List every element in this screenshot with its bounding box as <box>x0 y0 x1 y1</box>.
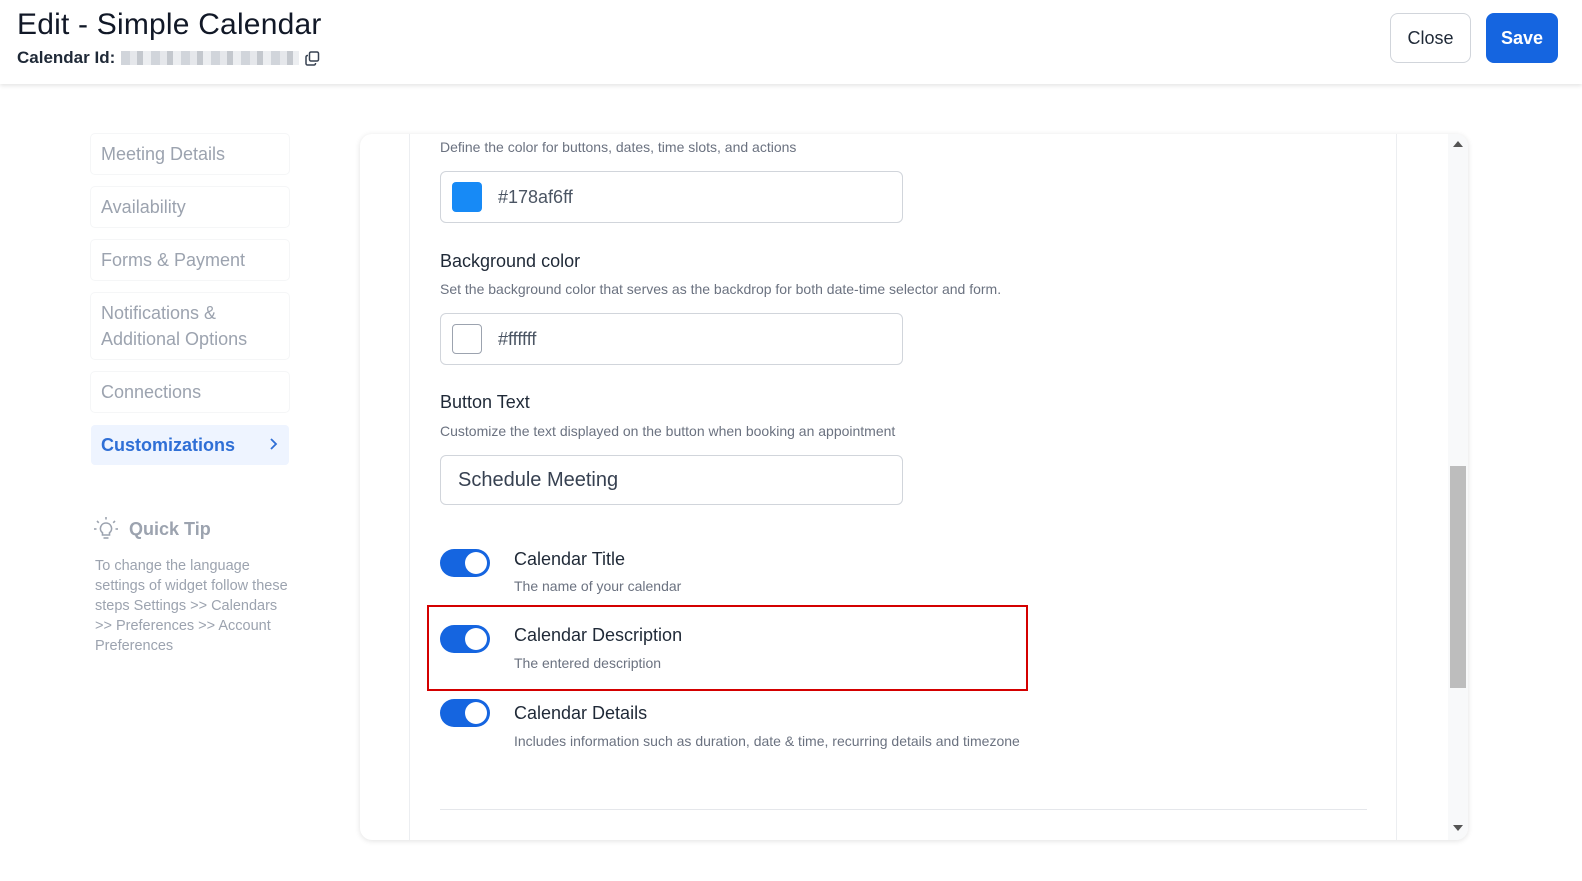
sidebar-nav: Meeting Details Availability Forms & Pay… <box>91 134 289 478</box>
primary-color-swatch[interactable] <box>452 182 482 212</box>
primary-color-value: #178af6ff <box>498 186 573 207</box>
background-color-label: Background color <box>440 251 581 271</box>
close-button[interactable]: Close <box>1390 13 1471 63</box>
chevron-right-icon <box>269 432 279 458</box>
button-text-input[interactable]: Schedule Meeting <box>440 455 903 505</box>
calendar-details-description: Includes information such as duration, d… <box>514 733 1020 749</box>
background-color-input[interactable]: #ffffff <box>440 313 903 365</box>
calendar-id: Calendar Id: <box>17 48 320 68</box>
copy-icon[interactable] <box>305 50 320 66</box>
scroll-up-arrow-icon[interactable] <box>1453 141 1463 147</box>
section-divider <box>440 809 1367 810</box>
quick-tip-text: To change the language settings of widge… <box>95 558 288 654</box>
calendar-title-description: The name of your calendar <box>514 578 682 594</box>
background-color-value: #ffffff <box>498 328 537 349</box>
calendar-details-label: Calendar Details <box>514 703 648 723</box>
save-button[interactable]: Save <box>1486 13 1558 63</box>
quick-tip: Quick Tip To change the language setting… <box>93 516 293 656</box>
background-color-description: Set the background color that serves as … <box>440 281 1002 297</box>
primary-color-input[interactable]: #178af6ff <box>440 171 903 223</box>
sidebar-item-availability[interactable]: Availability <box>91 187 289 227</box>
sidebar-item-customizations[interactable]: Customizations <box>91 425 289 465</box>
lightbulb-icon <box>93 516 119 542</box>
calendar-id-value-redacted <box>121 51 300 65</box>
toggle-knob <box>465 552 487 574</box>
sidebar-item-forms-payment[interactable]: Forms & Payment <box>91 240 289 280</box>
vertical-scrollbar[interactable] <box>1448 134 1468 840</box>
panel-divider <box>409 134 410 840</box>
sidebar-item-label: Customizations <box>101 435 236 455</box>
button-text-label: Button Text <box>440 392 530 412</box>
calendar-title-toggle[interactable] <box>440 549 490 577</box>
scroll-thumb[interactable] <box>1450 466 1466 688</box>
calendar-title-label: Calendar Title <box>514 549 626 569</box>
page-header: Edit - Simple Calendar Calendar Id: Clos… <box>0 0 1582 84</box>
primary-color-description: Define the color for buttons, dates, tim… <box>440 139 797 155</box>
calendar-details-toggle[interactable] <box>440 699 490 727</box>
customizations-panel: Define the color for buttons, dates, tim… <box>360 134 1468 840</box>
quick-tip-title: Quick Tip <box>129 518 211 539</box>
toggle-knob <box>465 702 487 724</box>
button-text-description: Customize the text displayed on the butt… <box>440 423 896 439</box>
scroll-down-arrow-icon[interactable] <box>1453 825 1463 831</box>
calendar-id-label: Calendar Id: <box>17 48 116 67</box>
panel-divider <box>1396 134 1397 840</box>
background-color-swatch[interactable] <box>452 324 482 354</box>
page-title: Edit - Simple Calendar <box>17 8 322 41</box>
sidebar-item-connections[interactable]: Connections <box>91 372 289 412</box>
sidebar-item-notifications[interactable]: Notifications & Additional Options <box>91 293 289 359</box>
sidebar-item-meeting-details[interactable]: Meeting Details <box>91 134 289 174</box>
highlight-box <box>427 605 1028 691</box>
